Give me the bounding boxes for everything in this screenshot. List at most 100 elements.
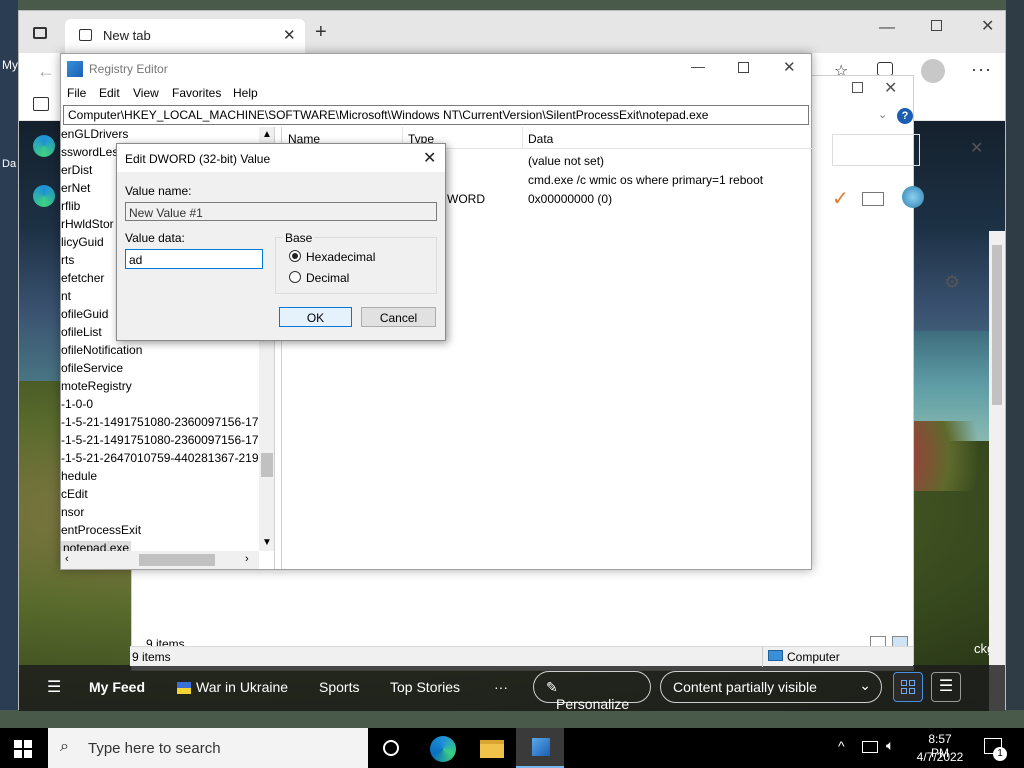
tree-item[interactable]: cEdit bbox=[61, 487, 88, 505]
decimal-radio[interactable] bbox=[289, 271, 301, 283]
tree-hscroll-thumb[interactable] bbox=[139, 554, 215, 566]
new-tab-plus-icon[interactable]: + bbox=[315, 21, 327, 44]
show-hidden-icons-icon[interactable]: ^ bbox=[838, 738, 845, 754]
list-layout-button[interactable]: ☰ bbox=[931, 672, 961, 702]
tree-item[interactable]: ofileNotification bbox=[61, 343, 142, 361]
feed-tab-war[interactable]: War in Ukraine bbox=[196, 679, 288, 695]
app-icon[interactable] bbox=[33, 97, 49, 111]
envelope-icon[interactable] bbox=[862, 192, 884, 206]
panel-dismiss-icon[interactable]: ✕ bbox=[970, 138, 983, 158]
task-view-icon[interactable] bbox=[383, 740, 399, 756]
cancel-button[interactable]: Cancel bbox=[361, 307, 436, 327]
edge-taskbar-icon[interactable] bbox=[430, 736, 456, 762]
ntp-scrollbar[interactable] bbox=[989, 231, 1005, 711]
help-icon[interactable]: ? bbox=[897, 108, 913, 124]
tree-horizontal-scrollbar[interactable]: ‹ › bbox=[61, 551, 259, 569]
tree-item[interactable]: rHwldStor bbox=[61, 217, 114, 235]
tree-item[interactable]: nsor bbox=[61, 505, 84, 523]
regedit-minimize-icon[interactable]: — bbox=[691, 58, 705, 74]
column-divider[interactable] bbox=[522, 127, 523, 149]
value-data-input[interactable]: ad bbox=[125, 249, 263, 269]
tree-item[interactable]: efetcher bbox=[61, 271, 104, 289]
browser-minimize-icon[interactable]: — bbox=[879, 19, 895, 37]
collections-icon[interactable] bbox=[877, 62, 893, 76]
back-icon[interactable]: ← bbox=[37, 61, 55, 82]
decimal-label[interactable]: Decimal bbox=[306, 271, 349, 285]
hexadecimal-radio[interactable] bbox=[289, 250, 301, 262]
value-type-cell[interactable]: WORD bbox=[447, 192, 485, 210]
tree-item[interactable]: erNet bbox=[61, 181, 90, 199]
value-data-cell[interactable]: cmd.exe /c wmic os where primary=1 reboo… bbox=[528, 173, 763, 191]
personalize-button[interactable]: ✎ Personalize bbox=[533, 671, 651, 712]
content-visibility-dropdown[interactable]: Content partially visible ⌄ bbox=[660, 671, 882, 703]
menu-file[interactable]: File bbox=[67, 86, 86, 100]
feed-more-icon[interactable]: ··· bbox=[494, 679, 508, 695]
tree-item[interactable]: ofileList bbox=[61, 325, 102, 343]
value-data-cell[interactable]: (value not set) bbox=[528, 154, 604, 172]
more-menu-icon[interactable]: ··· bbox=[971, 59, 992, 80]
scroll-down-icon[interactable]: ▼ bbox=[262, 537, 272, 548]
tree-item[interactable]: rts bbox=[61, 253, 74, 271]
panel-chevron-icon[interactable]: ⌄ bbox=[878, 108, 887, 121]
edge-sidebar-icon-1[interactable] bbox=[33, 135, 55, 157]
regedit-maximize-icon[interactable] bbox=[738, 62, 749, 73]
browser-close-icon[interactable]: ✕ bbox=[981, 16, 994, 36]
tree-item[interactable]: -1-5-21-1491751080-2360097156-17042 bbox=[61, 433, 274, 451]
tree-item[interactable]: entProcessExit bbox=[61, 523, 141, 541]
grid-layout-button[interactable] bbox=[893, 672, 923, 702]
value-data-cell[interactable]: 0x00000000 (0) bbox=[528, 192, 612, 210]
column-data-header[interactable]: Data bbox=[528, 132, 553, 146]
settings-gear-icon[interactable]: ⚙ bbox=[944, 272, 960, 293]
panel-search-field[interactable] bbox=[832, 134, 920, 166]
taskbar-search-box[interactable]: ⌕ Type here to search bbox=[48, 728, 368, 768]
tree-item[interactable]: ofileGuid bbox=[61, 307, 108, 325]
tree-item[interactable]: sswordLes bbox=[61, 145, 118, 163]
start-button[interactable] bbox=[14, 740, 32, 758]
scroll-right-icon[interactable]: › bbox=[245, 553, 249, 565]
tree-item[interactable]: -1-0-0 bbox=[61, 397, 93, 415]
tree-item[interactable]: moteRegistry bbox=[61, 379, 132, 397]
menu-help[interactable]: Help bbox=[233, 86, 258, 100]
tab-actions-icon[interactable] bbox=[33, 27, 47, 39]
regedit-taskbar-button[interactable] bbox=[516, 728, 564, 768]
tree-item[interactable]: rflib bbox=[61, 199, 80, 217]
feed-tab-top-stories[interactable]: Top Stories bbox=[390, 679, 460, 695]
dialog-close-icon[interactable]: ✕ bbox=[423, 148, 436, 168]
check-icon[interactable]: ✓ bbox=[832, 186, 849, 211]
tree-item[interactable]: -1-5-21-2647010759-440281367-219322 bbox=[61, 451, 274, 469]
tree-item[interactable]: ofileService bbox=[61, 361, 123, 379]
panel-close-icon[interactable]: ✕ bbox=[884, 78, 897, 98]
profile-avatar-icon[interactable] bbox=[921, 59, 945, 83]
browser-maximize-icon[interactable] bbox=[931, 20, 942, 31]
tree-item[interactable]: erDist bbox=[61, 163, 92, 181]
address-bar[interactable]: Computer\HKEY_LOCAL_MACHINE\SOFTWARE\Mic… bbox=[63, 105, 809, 125]
volume-icon[interactable]: 🔈︎ bbox=[886, 737, 894, 754]
regedit-close-icon[interactable]: ✕ bbox=[783, 58, 796, 76]
feed-menu-icon[interactable]: ☰ bbox=[47, 677, 61, 697]
tree-scroll-thumb[interactable] bbox=[261, 453, 273, 477]
menu-favorites[interactable]: Favorites bbox=[172, 86, 221, 100]
edge-sidebar-icon-2[interactable] bbox=[33, 185, 55, 207]
tree-item[interactable]: -1-5-21-1491751080-2360097156-17042 bbox=[61, 415, 274, 433]
menu-edit[interactable]: Edit bbox=[99, 86, 120, 100]
scroll-left-icon[interactable]: ‹ bbox=[65, 553, 69, 565]
hexadecimal-label[interactable]: Hexadecimal bbox=[306, 250, 375, 264]
dialog-titlebar[interactable]: Edit DWORD (32-bit) Value ✕ bbox=[117, 144, 445, 172]
feed-tab-sports[interactable]: Sports bbox=[319, 679, 359, 695]
tree-item[interactable]: licyGuid bbox=[61, 235, 104, 253]
network-icon[interactable] bbox=[862, 741, 878, 753]
ntp-scroll-thumb[interactable] bbox=[992, 245, 1002, 405]
tab-close-icon[interactable]: ✕ bbox=[283, 26, 296, 44]
menu-view[interactable]: View bbox=[133, 86, 159, 100]
globe-icon[interactable] bbox=[902, 186, 924, 208]
notification-center-icon[interactable]: 1 bbox=[984, 738, 1007, 761]
ok-button[interactable]: OK bbox=[279, 307, 352, 327]
regedit-titlebar[interactable]: Registry Editor — ✕ bbox=[61, 54, 811, 84]
panel-maximize-icon[interactable] bbox=[852, 82, 863, 93]
tree-item[interactable]: hedule bbox=[61, 469, 97, 487]
browser-tab-newtab[interactable]: New tab ✕ bbox=[65, 19, 305, 53]
file-explorer-icon[interactable] bbox=[480, 740, 504, 758]
tree-item[interactable]: nt bbox=[61, 289, 71, 307]
clock-date[interactable]: 4/7/2022 bbox=[916, 750, 964, 764]
scroll-up-icon[interactable]: ▲ bbox=[262, 129, 272, 140]
